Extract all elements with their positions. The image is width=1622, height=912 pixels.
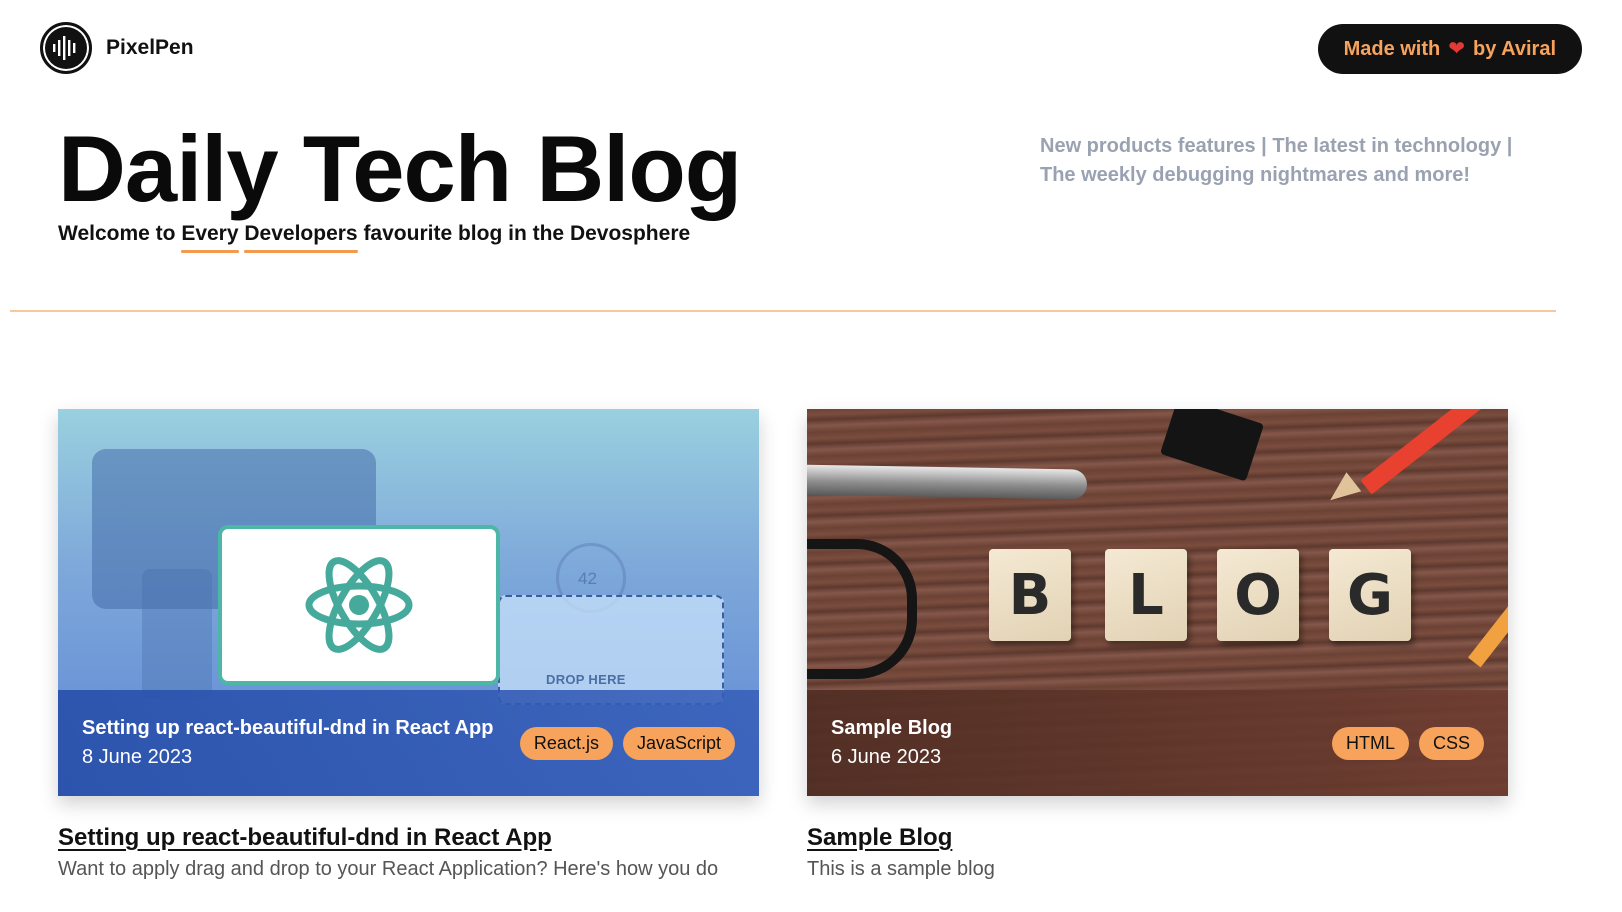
- blog-card: 42 DROP HERE Setting up react-beautiful-…: [58, 409, 759, 881]
- subtitle-highlight-developers: Developers: [244, 222, 358, 253]
- card-overlay: Setting up react-beautiful-dnd in React …: [58, 690, 759, 796]
- made-with-suffix: by Aviral: [1473, 37, 1556, 60]
- post-description: Want to apply drag and drop to your Reac…: [58, 858, 719, 880]
- tag-css[interactable]: CSS: [1418, 726, 1484, 760]
- hero-subtitle: Welcome to Every Developers favourite bl…: [58, 222, 691, 253]
- top-bar: PixelPen Made with ❤ by Aviral: [40, 22, 1582, 74]
- subtitle-part: Welcome to: [58, 222, 182, 245]
- blog-card: B L O G Sample Blog 6 June 2023 HTML CSS…: [807, 409, 1508, 881]
- post-date: 6 June 2023: [831, 746, 942, 768]
- post-title-link[interactable]: Sample Blog: [807, 824, 952, 852]
- tagline: New products features | The latest in te…: [1040, 135, 1513, 186]
- blog-card-cover[interactable]: 42 DROP HERE Setting up react-beautiful-…: [58, 409, 759, 796]
- post-description: This is a sample blog: [807, 858, 995, 880]
- tag-reactjs[interactable]: React.js: [519, 726, 613, 760]
- drop-label: DROP HERE: [546, 672, 626, 687]
- sound-wave-logo-icon: [40, 22, 92, 74]
- react-icon: [305, 557, 413, 653]
- overlay-title: Setting up react-beautiful-dnd in React …: [82, 717, 494, 739]
- tag-list: HTML CSS: [1331, 726, 1484, 760]
- gauge-value: 42: [578, 569, 597, 588]
- card-overlay: Sample Blog 6 June 2023 HTML CSS: [807, 690, 1508, 796]
- heart-icon: ❤: [1448, 38, 1465, 60]
- overlay-title: Sample Blog: [831, 717, 953, 739]
- react-logo-box: [218, 525, 500, 685]
- brand-name: PixelPen: [106, 36, 194, 59]
- tag-list: React.js JavaScript: [519, 726, 735, 760]
- tag-javascript[interactable]: JavaScript: [622, 726, 735, 760]
- letter-tile: O: [1217, 549, 1299, 641]
- post-date: 8 June 2023: [82, 746, 193, 768]
- page-title: Daily Tech Blog: [58, 116, 742, 221]
- letter-tile: B: [989, 549, 1071, 641]
- tag-html[interactable]: HTML: [1331, 726, 1409, 760]
- drop-zone: [498, 595, 724, 705]
- brand[interactable]: PixelPen: [40, 22, 194, 74]
- subtitle-highlight-every: Every: [181, 222, 239, 253]
- letter-tile: G: [1329, 549, 1411, 641]
- letter-tile: L: [1105, 549, 1187, 641]
- section-divider: [10, 310, 1556, 312]
- blog-card-cover[interactable]: B L O G Sample Blog 6 June 2023 HTML CSS: [807, 409, 1508, 796]
- subtitle-part: favourite blog in the Devosphere: [357, 222, 691, 245]
- made-with-prefix: Made with: [1343, 37, 1441, 60]
- post-title-link[interactable]: Setting up react-beautiful-dnd in React …: [58, 824, 552, 852]
- made-with-button[interactable]: Made with ❤ by Aviral: [1317, 24, 1582, 74]
